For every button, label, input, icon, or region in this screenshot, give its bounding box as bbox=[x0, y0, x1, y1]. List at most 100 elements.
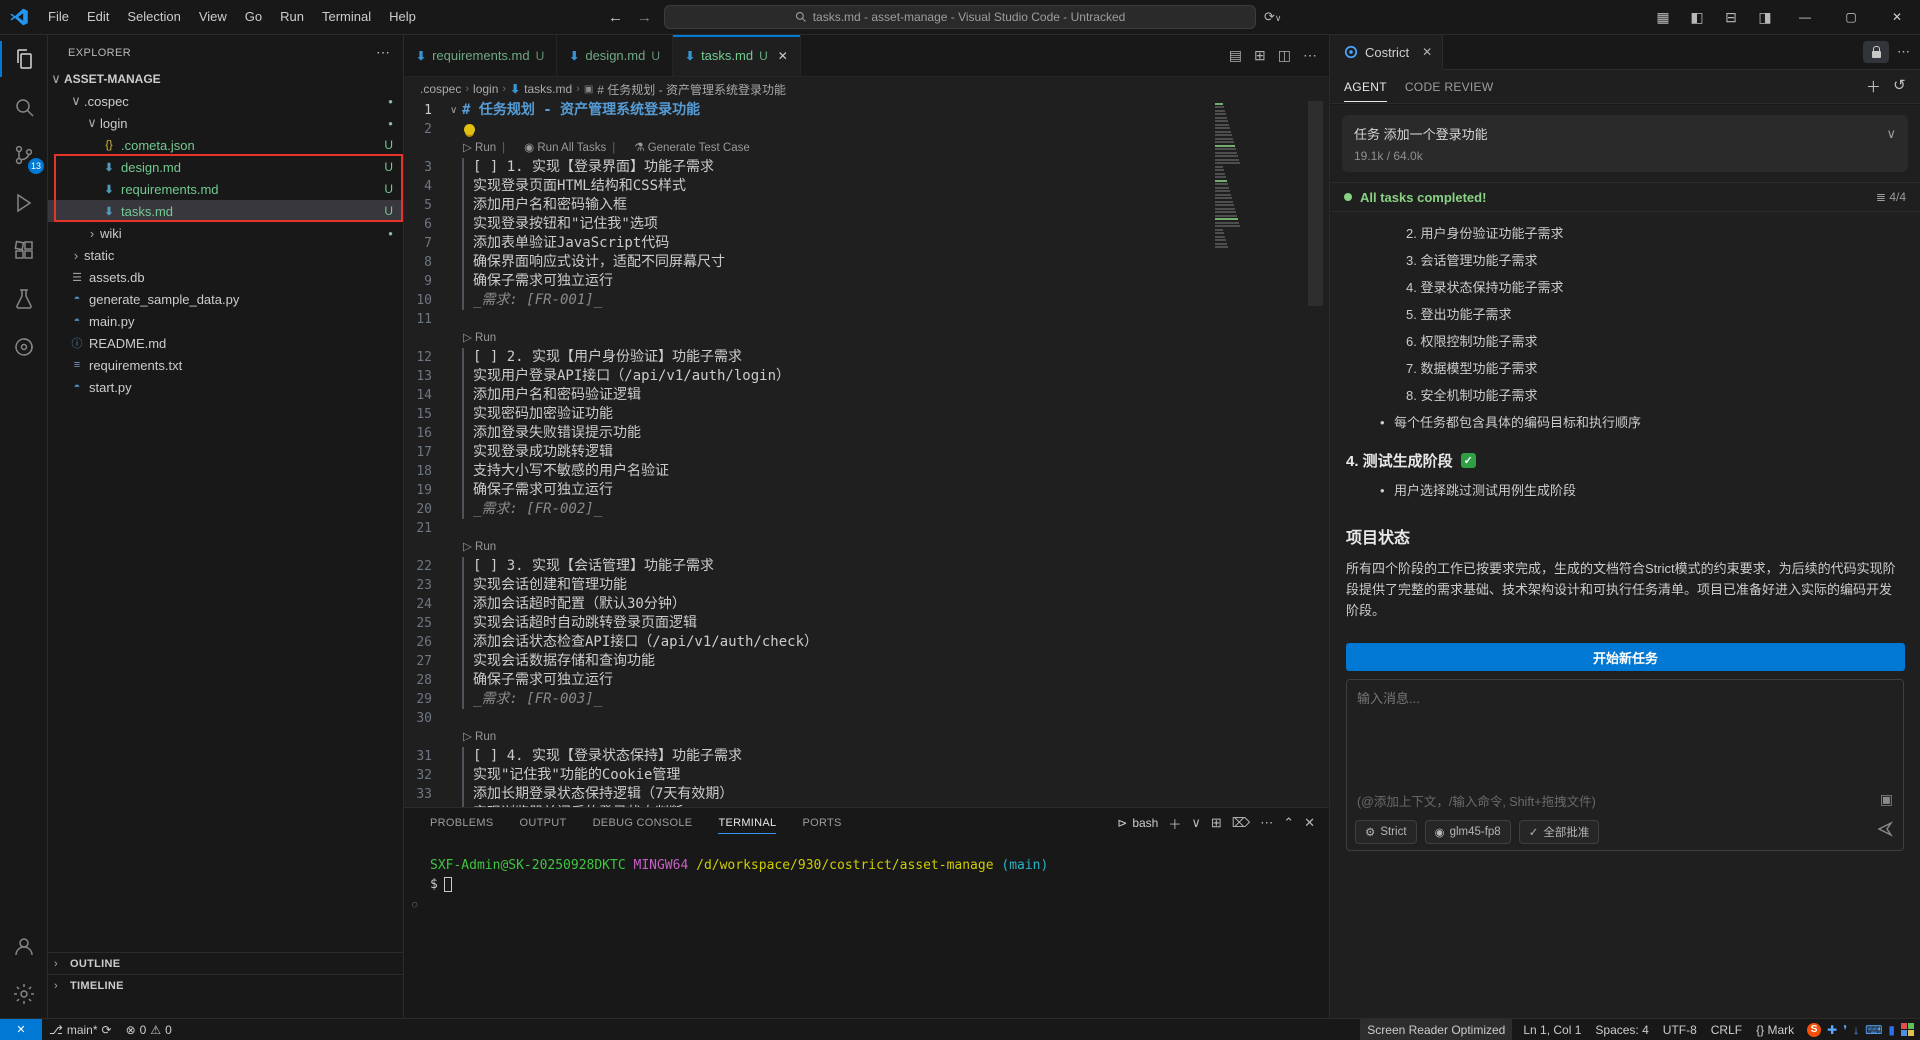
statusbar-eol[interactable]: CRLF bbox=[1704, 1019, 1749, 1040]
chat-input-box[interactable]: 输入消息... (@添加上下文，/输入命令, Shift+拖拽文件) ▣ ⚙St… bbox=[1346, 679, 1904, 851]
tree-root[interactable]: ∨ASSET-MANAGE bbox=[48, 68, 403, 90]
terminal-tab-terminal[interactable]: TERMINAL bbox=[718, 813, 776, 834]
menu-view[interactable]: View bbox=[190, 5, 236, 29]
codelens-link[interactable]: ⚗ Generate Test Case bbox=[634, 139, 750, 158]
tree-file-README.md[interactable]: ⓘREADME.md bbox=[48, 332, 403, 354]
tab-requirements.md[interactable]: ⬇requirements.mdU bbox=[404, 35, 557, 76]
history-icon[interactable]: ↺ bbox=[1893, 76, 1906, 97]
codelens-link[interactable]: ▷ Run bbox=[463, 538, 496, 557]
outline-section[interactable]: › OUTLINE bbox=[48, 952, 403, 974]
nav-back-icon[interactable]: ← bbox=[608, 9, 623, 26]
agent-message-area[interactable]: 2. 用户身份验证功能子需求3. 会话管理功能子需求4. 登录状态保持功能子需求… bbox=[1330, 212, 1920, 621]
activitybar-extensions[interactable] bbox=[0, 227, 48, 275]
start-new-task-button[interactable]: 开始新任务 bbox=[1346, 643, 1905, 671]
tab-design.md[interactable]: ⬇design.mdU bbox=[557, 35, 673, 76]
activitybar-costrict[interactable] bbox=[0, 323, 48, 371]
download-icon[interactable]: ↓ bbox=[1853, 1023, 1859, 1037]
codelens-link[interactable]: ▷ Run bbox=[463, 728, 496, 747]
comment-icon[interactable]: ❜ bbox=[1843, 1023, 1847, 1037]
costrict-logo-icon[interactable]: S bbox=[1807, 1023, 1821, 1037]
minimize-button[interactable]: — bbox=[1782, 0, 1828, 34]
tree-folder-.cospec[interactable]: ∨.cospec● bbox=[48, 90, 403, 112]
statusbar-encoding[interactable]: UTF-8 bbox=[1656, 1019, 1704, 1040]
menu-edit[interactable]: Edit bbox=[78, 5, 118, 29]
close-panel-icon[interactable]: ✕ bbox=[1304, 815, 1315, 831]
activitybar-settings[interactable] bbox=[0, 970, 48, 1018]
new-chat-icon[interactable]: ＋ bbox=[1866, 76, 1881, 97]
editor-pane[interactable]: 1∨# 任务规划 - 资产管理系统登录功能2▷ Run|◉ Run All Ta… bbox=[404, 101, 1329, 807]
activitybar-testing[interactable] bbox=[0, 275, 48, 323]
tree-file-assets.db[interactable]: ☰assets.db bbox=[48, 266, 403, 288]
explorer-more-icon[interactable]: ⋯ bbox=[376, 44, 391, 61]
statusbar-problems[interactable]: ⊗0⚠0 bbox=[119, 1019, 179, 1040]
mode-pill-strict[interactable]: ⚙Strict bbox=[1355, 820, 1417, 844]
plus-icon[interactable]: ✚ bbox=[1827, 1023, 1837, 1037]
split-terminal-icon[interactable]: ⊞ bbox=[1211, 815, 1222, 831]
menu-go[interactable]: Go bbox=[236, 5, 271, 29]
new-terminal-icon[interactable]: ＋ bbox=[1168, 814, 1181, 833]
subtab-code-review[interactable]: CODE REVIEW bbox=[1405, 72, 1494, 101]
tree-file-requirements.txt[interactable]: ≡requirements.txt bbox=[48, 354, 403, 376]
fold-icon[interactable]: ∨ bbox=[450, 101, 462, 120]
lightbulb-icon[interactable] bbox=[464, 124, 475, 135]
statusbar-git-branch[interactable]: ⎇main*⟳ bbox=[42, 1019, 119, 1040]
tab-tasks.md[interactable]: ⬇tasks.mdU✕ bbox=[673, 35, 801, 76]
subtab-agent[interactable]: AGENT bbox=[1344, 72, 1387, 102]
task-card[interactable]: 任务 添加一个登录功能 ∨ 19.1k / 64.0k bbox=[1342, 115, 1908, 172]
nav-forward-icon[interactable]: → bbox=[637, 9, 652, 26]
toggle-primary-sidebar-icon[interactable]: ◧ bbox=[1682, 9, 1712, 26]
more-actions-icon[interactable]: ⋯ bbox=[1897, 44, 1910, 60]
more-actions-icon[interactable]: ⋯ bbox=[1303, 47, 1317, 64]
menu-terminal[interactable]: Terminal bbox=[313, 5, 380, 29]
terminal-tab-debug-console[interactable]: DEBUG CONSOLE bbox=[593, 813, 693, 833]
minimap[interactable] bbox=[1213, 101, 1241, 248]
split-editor-icon[interactable]: ◫ bbox=[1278, 47, 1291, 64]
statusbar-indentation[interactable]: Spaces: 4 bbox=[1588, 1019, 1655, 1040]
codelens-link[interactable]: ◉ Run All Tasks bbox=[524, 139, 606, 158]
keyboard-icon[interactable]: ⌨ bbox=[1865, 1023, 1882, 1037]
customize-layout-icon[interactable]: ▦ bbox=[1648, 9, 1678, 26]
terminal-input-line[interactable]: $ bbox=[430, 875, 1329, 894]
costrict-tab[interactable]: Costrict ✕ bbox=[1330, 35, 1443, 70]
close-icon[interactable]: ✕ bbox=[1422, 45, 1432, 59]
tree-file-start.py[interactable]: ◓start.py bbox=[48, 376, 403, 398]
breadcrumb-item[interactable]: login bbox=[473, 82, 498, 96]
tree-file-requirements.md[interactable]: ⬇requirements.mdU bbox=[48, 178, 403, 200]
ime-grid-icon[interactable] bbox=[1901, 1023, 1914, 1036]
maximize-panel-icon[interactable]: ⌃ bbox=[1283, 815, 1294, 831]
activitybar-search[interactable] bbox=[0, 83, 48, 131]
toggle-secondary-sidebar-icon[interactable]: ◨ bbox=[1750, 9, 1780, 26]
terminal-tab-problems[interactable]: PROBLEMS bbox=[430, 813, 494, 833]
menu-help[interactable]: Help bbox=[380, 5, 425, 29]
menu-file[interactable]: File bbox=[39, 5, 78, 29]
tree-file-generate_sample_data.py[interactable]: ◓generate_sample_data.py bbox=[48, 288, 403, 310]
terminal-tab-output[interactable]: OUTPUT bbox=[520, 813, 567, 833]
tree-folder-login[interactable]: ∨login● bbox=[48, 112, 403, 134]
remote-indicator[interactable]: ✕ bbox=[0, 1019, 42, 1040]
lock-button[interactable] bbox=[1863, 41, 1889, 63]
chevron-down-icon[interactable]: ∨ bbox=[1886, 126, 1896, 142]
tree-file-main.py[interactable]: ◓main.py bbox=[48, 310, 403, 332]
terminal-tab-ports[interactable]: PORTS bbox=[802, 813, 841, 833]
layout-icon[interactable]: ⊞ bbox=[1254, 47, 1266, 64]
activitybar-accounts[interactable] bbox=[0, 922, 48, 970]
terminal-body[interactable]: ○ SXF-Admin@SK-20250928DKTC MINGW64 /d/w… bbox=[404, 838, 1329, 894]
tree-folder-static[interactable]: ›static bbox=[48, 244, 403, 266]
activitybar-run-debug[interactable] bbox=[0, 179, 48, 227]
breadcrumb-file[interactable]: ⬇tasks.md bbox=[510, 82, 572, 96]
preview-icon[interactable]: ▤ bbox=[1229, 47, 1242, 64]
activitybar-source-control[interactable]: 13 bbox=[0, 131, 48, 179]
codelens-link[interactable]: ▷ Run bbox=[463, 329, 496, 348]
editor-scrollbar[interactable] bbox=[1308, 101, 1323, 306]
tree-folder-wiki[interactable]: ›wiki● bbox=[48, 222, 403, 244]
sync-dropdown-icon[interactable]: ⟳∨ bbox=[1264, 9, 1282, 25]
breadcrumb-symbol[interactable]: # 任务规划 - 资产管理系统登录功能 bbox=[597, 81, 786, 98]
statusbar-cursor-position[interactable]: Ln 1, Col 1 bbox=[1516, 1019, 1588, 1040]
codelens-link[interactable]: ▷ Run bbox=[463, 139, 496, 158]
timeline-section[interactable]: › TIMELINE bbox=[48, 974, 403, 996]
model-pill[interactable]: ◉glm45-fp8 bbox=[1425, 820, 1511, 844]
close-icon[interactable]: ✕ bbox=[778, 49, 788, 63]
kill-terminal-icon[interactable]: ⌦ bbox=[1232, 815, 1250, 831]
chevron-down-icon[interactable]: ∨ bbox=[1191, 815, 1201, 831]
command-center-search[interactable]: tasks.md - asset-manage - Visual Studio … bbox=[664, 5, 1256, 29]
